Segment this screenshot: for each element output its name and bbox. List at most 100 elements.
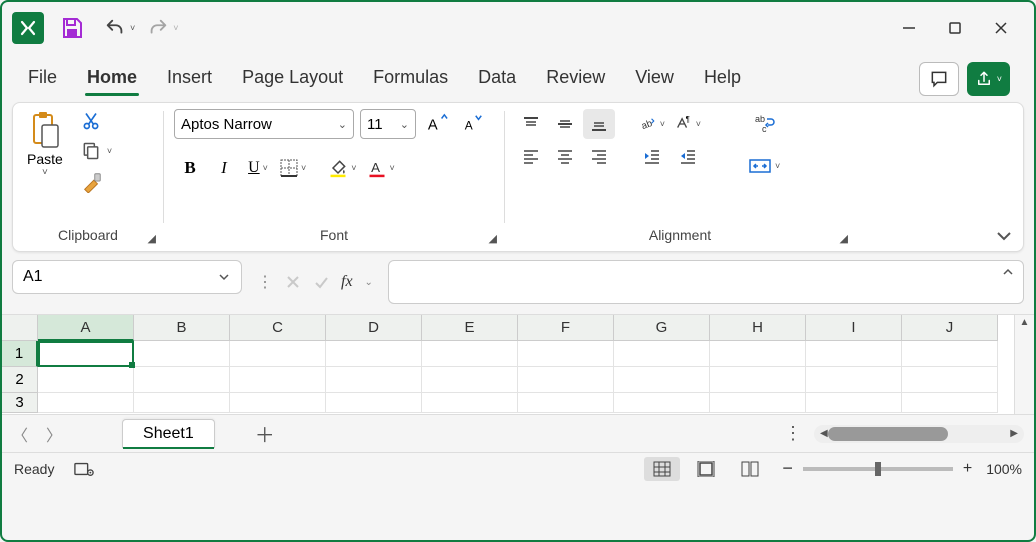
decrease-indent-button[interactable]: [635, 141, 669, 171]
tab-view[interactable]: View: [633, 61, 676, 96]
svg-text:A: A: [428, 118, 438, 134]
undo-button[interactable]: ˅: [98, 13, 141, 43]
zoom-out-button[interactable]: −: [782, 458, 793, 479]
group-alignment: ab˅ ¶˅ abc ˅ Alignment ◢: [505, 103, 855, 251]
tab-page-layout[interactable]: Page Layout: [240, 61, 345, 96]
align-center-button[interactable]: [549, 141, 581, 171]
font-color-button[interactable]: A˅: [363, 153, 399, 183]
borders-button[interactable]: ˅: [276, 153, 310, 183]
underline-button[interactable]: U˅: [242, 153, 274, 183]
format-painter-button[interactable]: [77, 169, 116, 195]
column-header[interactable]: B: [134, 315, 230, 341]
column-header[interactable]: F: [518, 315, 614, 341]
align-bottom-button[interactable]: [583, 109, 615, 139]
fill-color-button[interactable]: ˅: [324, 153, 360, 183]
enter-formula-button[interactable]: [310, 272, 332, 292]
clipboard-launcher-icon[interactable]: ◢: [148, 232, 156, 245]
column-header[interactable]: A: [38, 315, 134, 341]
align-left-button[interactable]: [515, 141, 547, 171]
column-header[interactable]: I: [806, 315, 902, 341]
row-header[interactable]: 1: [2, 341, 38, 367]
horizontal-scrollbar[interactable]: ◀ ▶: [814, 425, 1024, 443]
window-close-button[interactable]: [978, 8, 1024, 48]
align-middle-button[interactable]: [549, 109, 581, 139]
column-header[interactable]: D: [326, 315, 422, 341]
cut-button[interactable]: [77, 109, 116, 133]
ribbon: Paste ˅ ˅ Clipboard ◢ Apto: [12, 102, 1024, 252]
expand-formula-bar-button[interactable]: [1001, 265, 1015, 279]
ribbon-tabs: File Home Insert Page Layout Formulas Da…: [2, 54, 1034, 96]
font-size-select[interactable]: 11⌄: [360, 109, 416, 139]
zoom-slider[interactable]: [803, 467, 953, 471]
normal-view-button[interactable]: [644, 457, 680, 481]
column-header[interactable]: E: [422, 315, 518, 341]
column-header[interactable]: C: [230, 315, 326, 341]
cancel-formula-button[interactable]: [282, 272, 304, 292]
svg-text:A: A: [465, 119, 473, 133]
svg-text:¶: ¶: [686, 115, 690, 124]
insert-function-button[interactable]: fx: [338, 271, 356, 293]
zoom-level[interactable]: 100%: [986, 461, 1022, 477]
decrease-font-size-button[interactable]: A: [458, 111, 488, 137]
vertical-scrollbar[interactable]: ▲: [1014, 315, 1034, 414]
comments-button[interactable]: [919, 62, 959, 96]
bold-button[interactable]: B: [174, 153, 206, 183]
next-sheet-button[interactable]: 〉: [46, 422, 62, 446]
prev-sheet-button[interactable]: 〈: [12, 422, 28, 446]
sheet-tab[interactable]: Sheet1: [122, 419, 215, 448]
font-launcher-icon[interactable]: ◢: [489, 232, 497, 245]
tab-formulas[interactable]: Formulas: [371, 61, 450, 96]
font-name-select[interactable]: Aptos Narrow⌄: [174, 109, 354, 139]
row-header[interactable]: 3: [2, 393, 38, 413]
cells-area[interactable]: [38, 341, 1014, 413]
tab-home[interactable]: Home: [85, 61, 139, 96]
scroll-right-icon[interactable]: ▶: [1008, 426, 1020, 441]
add-sheet-button[interactable]: ＋: [255, 419, 275, 448]
alignment-launcher-icon[interactable]: ◢: [840, 232, 848, 245]
increase-font-size-button[interactable]: A: [422, 111, 452, 137]
row-header[interactable]: 2: [2, 367, 38, 393]
fx-dropdown-icon[interactable]: ⌄: [362, 275, 376, 290]
tab-data[interactable]: Data: [476, 61, 518, 96]
wrap-text-button[interactable]: abc: [744, 109, 784, 139]
paste-button[interactable]: Paste ˅: [23, 109, 67, 180]
collapse-ribbon-button[interactable]: [995, 227, 1013, 245]
window-minimize-button[interactable]: [886, 8, 932, 48]
sheet-tab-bar: 〈 〉 Sheet1 ＋ ⋮ ◀ ▶: [2, 414, 1034, 452]
column-header[interactable]: G: [614, 315, 710, 341]
save-button[interactable]: [56, 12, 88, 44]
name-box[interactable]: A1: [12, 260, 242, 294]
zoom-thumb[interactable]: [875, 462, 881, 476]
align-right-button[interactable]: [583, 141, 615, 171]
page-break-view-button[interactable]: [732, 457, 768, 481]
sheet-options-icon[interactable]: ⋮: [784, 423, 802, 444]
tab-help[interactable]: Help: [702, 61, 743, 96]
scroll-thumb[interactable]: [828, 427, 948, 441]
column-header[interactable]: J: [902, 315, 998, 341]
formula-more-icon[interactable]: ⋮: [254, 270, 276, 294]
title-bar: ˅ ˅: [2, 2, 1034, 54]
italic-button[interactable]: I: [208, 153, 240, 183]
svg-text:ab: ab: [640, 118, 654, 132]
tab-review[interactable]: Review: [544, 61, 607, 96]
window-maximize-button[interactable]: [932, 8, 978, 48]
scroll-up-icon[interactable]: ▲: [1018, 315, 1032, 330]
orientation-button[interactable]: ab˅: [635, 109, 669, 139]
macro-record-icon[interactable]: [74, 460, 94, 478]
undo-dropdown-caret[interactable]: ˅: [130, 23, 135, 33]
increase-indent-button[interactable]: [671, 141, 705, 171]
column-header[interactable]: H: [710, 315, 806, 341]
tab-insert[interactable]: Insert: [165, 61, 214, 96]
select-all-corner[interactable]: [2, 315, 38, 341]
page-layout-view-button[interactable]: [688, 457, 724, 481]
redo-dropdown-caret[interactable]: ˅: [173, 23, 178, 33]
share-button[interactable]: ˅: [967, 62, 1010, 96]
zoom-in-button[interactable]: +: [963, 460, 972, 478]
merge-center-button[interactable]: ˅: [744, 151, 784, 181]
formula-input[interactable]: [388, 260, 1024, 304]
show-formatting-button[interactable]: ¶˅: [671, 109, 705, 139]
redo-button[interactable]: ˅: [141, 13, 184, 43]
tab-file[interactable]: File: [26, 61, 59, 96]
align-top-button[interactable]: [515, 109, 547, 139]
copy-button[interactable]: ˅: [77, 139, 116, 163]
